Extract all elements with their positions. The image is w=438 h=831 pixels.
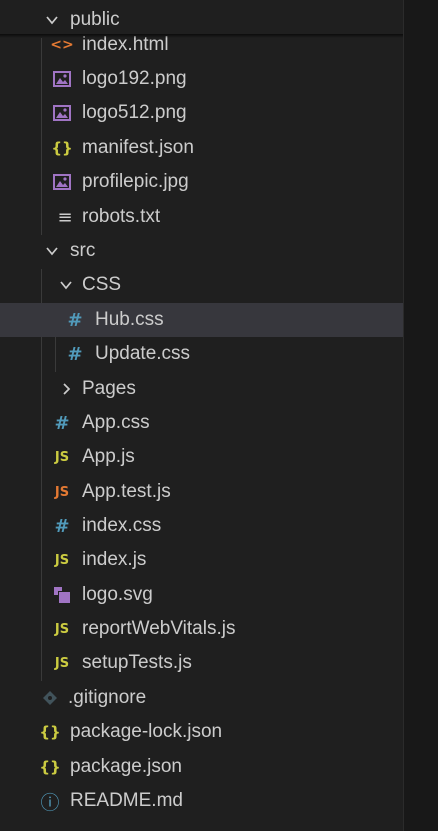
tree-item-label: App.css	[82, 412, 150, 433]
tree-file-package-json[interactable]: {} package.json	[0, 750, 403, 784]
tree-file-package-lock-json[interactable]: {} package-lock.json	[0, 715, 403, 749]
javascript-icon: JS	[54, 621, 70, 637]
tree-item-label: logo.svg	[82, 584, 153, 605]
sticky-header-shadow	[0, 34, 403, 38]
tree-item-label: setupTests.js	[82, 652, 192, 673]
tree-file-hub-css[interactable]: # Hub.css	[0, 303, 403, 337]
javascript-icon: JS	[54, 449, 70, 465]
css-hash-icon: #	[54, 412, 70, 434]
image-icon	[51, 62, 73, 96]
javascript-icon: JS	[54, 655, 70, 671]
tree-file-robots-txt[interactable]: ≡ robots.txt	[0, 200, 403, 234]
tree-file-logo512-png[interactable]: logo512.png	[0, 96, 403, 130]
tree-file-app-test-js[interactable]: JS App.test.js	[0, 475, 403, 509]
tree-item-label: profilepic.jpg	[82, 171, 189, 192]
tree-file-index-js[interactable]: JS index.js	[0, 543, 403, 577]
tree-item-label: robots.txt	[82, 206, 161, 227]
json-icon: {}	[51, 139, 73, 157]
json-icon: {}	[39, 758, 61, 776]
tree-file-update-css[interactable]: # Update.css	[0, 337, 403, 371]
tree-file-manifest-json[interactable]: {} manifest.json	[0, 131, 403, 165]
javascript-test-icon: JS	[54, 484, 70, 500]
chevron-down-icon[interactable]	[55, 268, 77, 302]
javascript-icon: JS	[54, 552, 70, 568]
tree-item-label: Update.css	[95, 343, 191, 364]
css-hash-icon: #	[67, 309, 83, 331]
tree-item-label: manifest.json	[82, 137, 194, 158]
tree-item-label: Hub.css	[95, 309, 164, 330]
tree-item-label: package-lock.json	[70, 721, 223, 742]
image-icon	[51, 96, 73, 130]
tree-item-label: README.md	[70, 790, 183, 811]
tree-item-label: .gitignore	[68, 687, 147, 708]
tree-file-profilepic-jpg[interactable]: profilepic.jpg	[0, 165, 403, 199]
image-icon	[51, 165, 73, 199]
info-circle-icon: ⓘ	[40, 791, 60, 814]
tree-item-label: CSS	[82, 274, 122, 295]
tree-file-app-js[interactable]: JS App.js	[0, 440, 403, 474]
tree-item-label: reportWebVitals.js	[82, 618, 236, 639]
tree-item-label: index.css	[82, 515, 162, 536]
tree-item-label: App.js	[82, 446, 135, 467]
editor-gutter-edge	[404, 0, 438, 831]
tree-file-logo-svg[interactable]: logo.svg	[0, 578, 403, 612]
tree-item-label: src	[70, 240, 96, 261]
tree-file-index-css[interactable]: # index.css	[0, 509, 403, 543]
json-icon: {}	[39, 723, 61, 741]
tree-item-label: logo512.png	[82, 102, 187, 123]
chevron-right-icon[interactable]	[55, 372, 77, 406]
tree-item-label: index.js	[82, 549, 147, 570]
tree-file-logo192-png[interactable]: logo192.png	[0, 62, 403, 96]
tree-file-gitignore[interactable]: .gitignore	[0, 681, 403, 715]
tree-file-app-css[interactable]: # App.css	[0, 406, 403, 440]
tree-folder-src[interactable]: src	[0, 234, 403, 268]
tree-item-label: logo192.png	[82, 68, 187, 89]
tree-folder-pages[interactable]: Pages	[0, 372, 403, 406]
explorer-panel: public <> index.html logo192.png logo512…	[0, 0, 404, 831]
tree-file-readme-md[interactable]: ⓘ README.md	[0, 784, 403, 818]
tree-file-setuptests-js[interactable]: JS setupTests.js	[0, 646, 403, 680]
text-lines-icon: ≡	[57, 206, 73, 228]
tree-item-label: package.json	[70, 756, 182, 777]
chevron-down-icon[interactable]	[41, 234, 63, 268]
css-hash-icon: #	[67, 343, 83, 365]
tree-file-reportwebvitals-js[interactable]: JS reportWebVitals.js	[0, 612, 403, 646]
css-hash-icon: #	[54, 515, 70, 537]
tree-item-label: App.test.js	[82, 481, 171, 502]
tree-item-label: Pages	[82, 378, 136, 399]
svg-icon	[51, 578, 73, 612]
git-diamond-icon	[39, 681, 61, 715]
tree-folder-css[interactable]: CSS	[0, 268, 403, 302]
